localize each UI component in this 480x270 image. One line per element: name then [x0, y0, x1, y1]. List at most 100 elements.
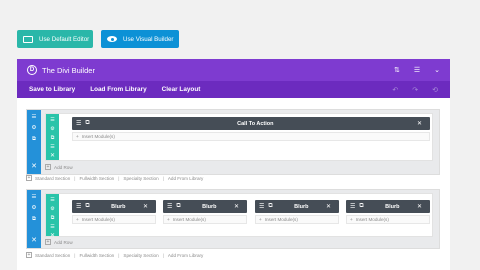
plus-icon: + — [76, 134, 79, 139]
section-add-links: + Standard Section | Fullwidth Section |… — [26, 252, 203, 258]
fullwidth-section-link[interactable]: Fullwidth Section — [79, 253, 114, 258]
redo-icon[interactable]: ↷ — [412, 86, 418, 94]
divi-builder-panel: D The Divi Builder ⇅ ☰ ⌄ Save to Library… — [17, 59, 450, 270]
add-from-library-link[interactable]: Add From Library — [168, 176, 204, 181]
sort-icon[interactable]: ⇅ — [394, 66, 400, 74]
columns-icon[interactable]: ☰ — [50, 144, 54, 150]
load-from-library-button[interactable]: Load From Library — [90, 86, 146, 93]
menu-icon[interactable]: ☰ — [76, 203, 81, 210]
clear-layout-button[interactable]: Clear Layout — [162, 86, 201, 93]
insert-module-button[interactable]: + Insert Module(s) — [255, 215, 339, 224]
column: ☰ ⧉ Blurb ✕ + Insert Module(s) — [163, 200, 247, 224]
eye-icon — [107, 36, 117, 42]
separator: | — [74, 252, 76, 258]
plus-icon: + — [167, 217, 170, 222]
column: ☰ ⧉ Blurb ✕ + Insert Module(s) — [346, 200, 430, 224]
plus-icon: + — [76, 217, 79, 222]
move-icon[interactable]: ☰ — [32, 194, 37, 201]
specialty-section-link[interactable]: Specialty Section — [123, 176, 158, 181]
insert-module-button[interactable]: + Insert Module(s) — [346, 215, 430, 224]
delete-icon[interactable]: ✕ — [417, 120, 422, 127]
column: ☰ ⧉ Blurb ✕ + Insert Module(s) — [72, 200, 156, 224]
row: ☰ ⚙ ⧉ ☰ ✕ ☰ ⧉ Blurb ✕ + Insert Module(s) — [45, 193, 433, 239]
module-title: Blurb — [111, 203, 126, 210]
section-standard-2: ☰ ⚙ ⧉ ✕ ☰ ⚙ ⧉ ☰ ✕ ☰ ⧉ Blurb ✕ + Insert M… — [26, 189, 440, 249]
fullwidth-section-link[interactable]: Fullwidth Section — [79, 176, 114, 181]
menu-icon[interactable]: ☰ — [414, 66, 420, 74]
module-blurb[interactable]: ☰ ⧉ Blurb ✕ — [163, 200, 247, 213]
add-row-button[interactable]: + Add Row — [45, 239, 73, 245]
row: ☰ ⚙ ⧉ ☰ ✕ ☰ ⧉ Call To Action ✕ + Insert … — [45, 113, 433, 161]
module-call-to-action[interactable]: ☰ ⧉ Call To Action ✕ — [72, 117, 430, 130]
menu-icon[interactable]: ☰ — [76, 120, 81, 127]
add-from-library-link[interactable]: Add From Library — [168, 253, 204, 258]
settings-icon[interactable]: ⚙ — [50, 126, 54, 132]
copy-icon[interactable]: ⧉ — [51, 215, 55, 221]
settings-icon[interactable]: ⚙ — [50, 206, 54, 212]
menu-icon[interactable]: ☰ — [167, 203, 172, 210]
delete-icon[interactable]: ✕ — [31, 237, 37, 244]
module-title: Blurb — [385, 203, 400, 210]
insert-module-button[interactable]: + Insert Module(s) — [72, 215, 156, 224]
copy-icon[interactable]: ⧉ — [32, 136, 36, 143]
move-icon[interactable]: ☰ — [32, 114, 37, 121]
copy-icon[interactable]: ⧉ — [359, 203, 363, 210]
plus-icon: + — [26, 252, 32, 258]
use-visual-builder-button[interactable]: Use Visual Builder — [101, 30, 179, 48]
menu-icon[interactable]: ☰ — [259, 203, 264, 210]
module-blurb[interactable]: ☰ ⧉ Blurb ✕ — [72, 200, 156, 213]
row-controls: ☰ ⚙ ⧉ ☰ ✕ — [46, 114, 59, 160]
use-default-editor-button[interactable]: Use Default Editor — [17, 30, 93, 48]
insert-module-label: Insert Module(s) — [81, 134, 115, 139]
move-icon[interactable]: ☰ — [50, 197, 54, 203]
insert-module-button[interactable]: + Insert Module(s) — [72, 132, 430, 141]
history-icon[interactable]: ⟲ — [432, 86, 438, 94]
insert-module-label: Insert Module(s) — [355, 217, 389, 222]
undo-icon[interactable]: ↶ — [392, 86, 398, 94]
delete-icon[interactable]: ✕ — [50, 153, 55, 159]
collapse-icon[interactable]: ⌄ — [434, 66, 440, 74]
module-blurb[interactable]: ☰ ⧉ Blurb ✕ — [255, 200, 339, 213]
builder-title: The Divi Builder — [42, 65, 95, 75]
add-row-label: Add Row — [54, 239, 73, 245]
copy-icon[interactable]: ⧉ — [85, 120, 89, 127]
add-row-button[interactable]: + Add Row — [45, 164, 73, 170]
insert-module-label: Insert Module(s) — [264, 217, 298, 222]
default-editor-label: Use Default Editor — [39, 35, 90, 43]
column: ☰ ⧉ Blurb ✕ + Insert Module(s) — [255, 200, 339, 224]
copy-icon[interactable]: ⧉ — [176, 203, 180, 210]
copy-icon[interactable]: ⧉ — [268, 203, 272, 210]
columns-icon[interactable]: ☰ — [50, 224, 54, 230]
move-icon[interactable]: ☰ — [50, 117, 54, 123]
editor-icon — [23, 35, 33, 43]
specialty-section-link[interactable]: Specialty Section — [123, 253, 158, 258]
delete-icon[interactable]: ✕ — [31, 163, 37, 170]
separator: | — [162, 252, 164, 258]
module-title: Blurb — [294, 203, 309, 210]
separator: | — [162, 175, 164, 181]
delete-icon[interactable]: ✕ — [143, 203, 148, 210]
settings-icon[interactable]: ⚙ — [32, 125, 37, 132]
copy-icon[interactable]: ⧉ — [32, 216, 36, 223]
settings-icon[interactable]: ⚙ — [32, 205, 37, 212]
section-add-links: + Standard Section | Fullwidth Section |… — [26, 175, 203, 181]
builder-header: D The Divi Builder ⇅ ☰ ⌄ — [17, 59, 450, 81]
column: ☰ ⧉ Call To Action ✕ + Insert Module(s) — [72, 117, 430, 141]
copy-icon[interactable]: ⧉ — [85, 203, 89, 210]
standard-section-link[interactable]: Standard Section — [35, 253, 70, 258]
copy-icon[interactable]: ⧉ — [51, 135, 55, 141]
module-title: Blurb — [202, 203, 217, 210]
insert-module-button[interactable]: + Insert Module(s) — [163, 215, 247, 224]
section-controls: ☰ ⚙ ⧉ ✕ — [27, 110, 41, 174]
plus-icon: + — [45, 239, 51, 245]
delete-icon[interactable]: ✕ — [417, 203, 422, 210]
delete-icon[interactable]: ✕ — [234, 203, 239, 210]
standard-section-link[interactable]: Standard Section — [35, 176, 70, 181]
delete-icon[interactable]: ✕ — [326, 203, 331, 210]
row-controls: ☰ ⚙ ⧉ ☰ ✕ — [46, 194, 59, 239]
module-blurb[interactable]: ☰ ⧉ Blurb ✕ — [346, 200, 430, 213]
save-to-library-button[interactable]: Save to Library — [29, 86, 75, 93]
menu-icon[interactable]: ☰ — [350, 203, 355, 210]
divi-logo-icon: D — [27, 65, 37, 75]
insert-module-label: Insert Module(s) — [81, 217, 115, 222]
